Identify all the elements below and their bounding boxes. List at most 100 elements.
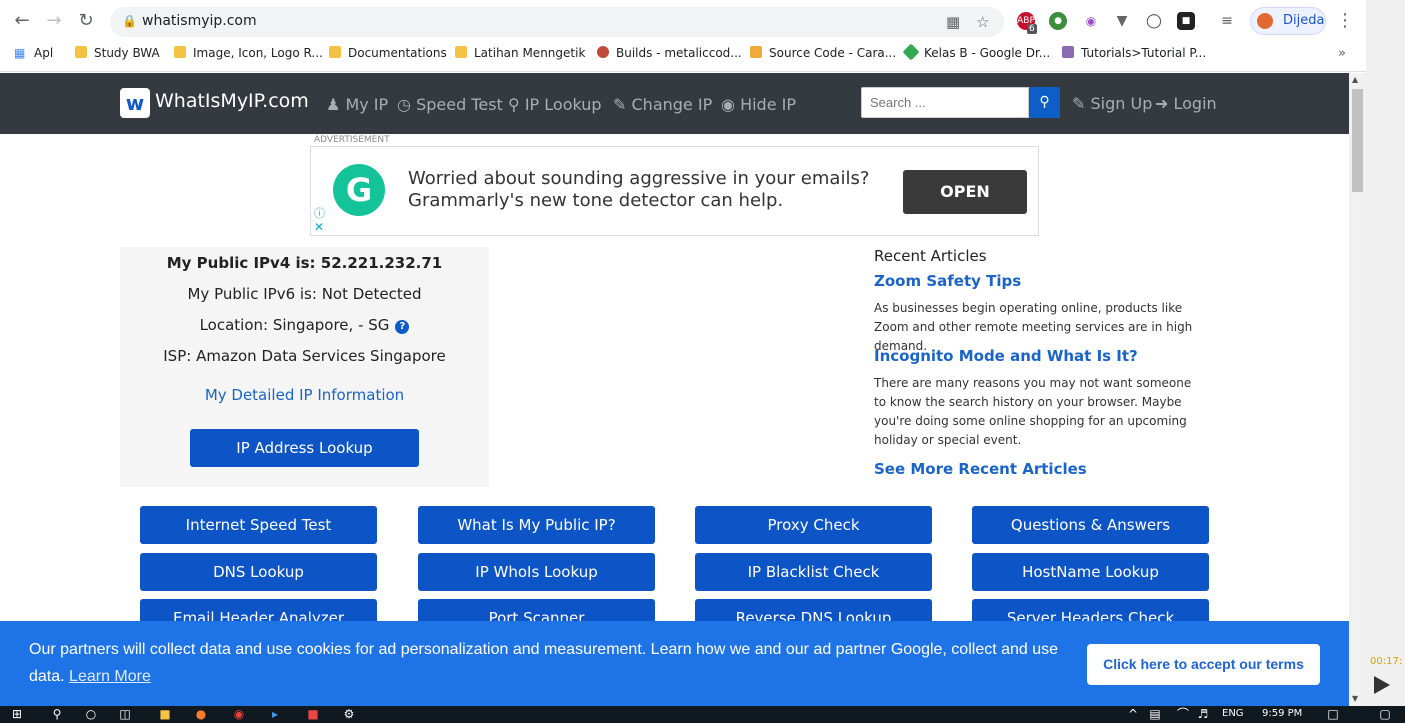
language-indicator[interactable]: ENG — [1222, 708, 1244, 719]
bookmark-kelas-b[interactable]: Kelas B - Google Dr... — [902, 43, 1050, 64]
bookmark-apps[interactable]: ▦ Apl — [14, 46, 53, 64]
speedometer-icon: ◷ — [397, 95, 411, 114]
app-icon[interactable]: ■ — [306, 708, 320, 721]
task-view-icon[interactable]: ◫ — [118, 708, 132, 721]
site-search-input[interactable] — [861, 87, 1029, 118]
profile-button[interactable]: Dijeda — [1250, 7, 1326, 35]
file-explorer-icon[interactable]: ■ — [158, 708, 172, 721]
bookmark-study-bwa[interactable]: Study BWA — [75, 46, 160, 64]
see-more-articles-link[interactable]: See More Recent Articles — [874, 460, 1087, 478]
tool-button[interactable]: DNS Lookup — [140, 553, 377, 591]
edit-icon: ✎ — [613, 95, 627, 114]
site-navbar: w WhatIsMyIP.com ♟ My IP ◷ Speed Test ⚲ … — [0, 73, 1349, 134]
ad-open-button[interactable]: OPEN — [903, 170, 1027, 214]
site-favicon-icon — [1062, 46, 1074, 58]
tool-button[interactable]: IP Blacklist Check — [695, 553, 932, 591]
mask-extension-icon[interactable]: ■ — [1177, 12, 1195, 30]
site-logo-text[interactable]: WhatIsMyIP.com — [155, 90, 309, 112]
detailed-ip-link[interactable]: My Detailed IP Information — [205, 386, 404, 404]
reload-icon[interactable]: ↻ — [75, 10, 97, 32]
incognito-extension-icon[interactable]: ◯ — [1145, 12, 1163, 30]
article-title-link[interactable]: Zoom Safety Tips — [874, 272, 1021, 290]
ad-label: ADVERTISEMENT — [314, 135, 390, 145]
nav-speed-test[interactable]: ◷ Speed Test — [397, 95, 503, 114]
ip-address-lookup-button[interactable]: IP Address Lookup — [190, 429, 419, 467]
scroll-down-icon[interactable]: ▼ — [1352, 694, 1358, 703]
tool-button[interactable]: Internet Speed Test — [140, 506, 377, 544]
vscode-icon[interactable]: ▸ — [268, 708, 282, 721]
advertisement[interactable]: G Worried about sounding aggressive in y… — [310, 146, 1039, 236]
vue-extension-icon[interactable]: ▼ — [1113, 12, 1131, 30]
nav-login[interactable]: ➜ Login — [1155, 94, 1217, 113]
user-icon: ♟ — [326, 95, 341, 114]
search-button[interactable]: ⚲ — [1029, 87, 1060, 118]
ad-info-icon[interactable]: ⓘ — [314, 205, 325, 221]
tool-button[interactable]: HostName Lookup — [972, 553, 1209, 591]
bookmark-source-code[interactable]: Source Code - Cara... — [750, 46, 896, 64]
translate-icon[interactable]: ▦ — [946, 13, 960, 31]
isp-line: ISP: Amazon Data Services Singapore — [163, 347, 446, 365]
accept-terms-button[interactable]: Click here to accept our terms — [1087, 644, 1320, 685]
public-ipv4: My Public IPv4 is: 52.221.232.71 — [166, 254, 443, 272]
wifi-icon[interactable]: ⌒ — [1176, 708, 1190, 721]
ad-close-icon[interactable]: ✕ — [314, 220, 324, 234]
recording-timer: 00:17: — [1370, 656, 1403, 667]
article-title-link[interactable]: Incognito Mode and What Is It? — [874, 347, 1138, 365]
bookmark-tutorials[interactable]: Tutorials>Tutorial P... — [1062, 46, 1206, 64]
bookmark-documentations[interactable]: Documentations — [329, 46, 447, 64]
learn-more-link[interactable]: Learn More — [69, 668, 151, 685]
tool-button[interactable]: Questions & Answers — [972, 506, 1209, 544]
browser-chrome: ← → ↻ 🔒 whatismyip.com ▦ ☆ ABP 6 ● ◉ ▼ ◯… — [0, 0, 1366, 72]
back-arrow-icon[interactable]: ← — [11, 10, 33, 32]
notifications-icon[interactable]: □ — [1326, 708, 1340, 721]
windows-taskbar: ⊞ ⚲ ○ ◫ ■ ● ◉ ▸ ■ ⚙ ^ ▤ ⌒ ♬ ENG 9:59 PM … — [0, 706, 1405, 723]
profile-name: Dijeda — [1283, 13, 1325, 28]
bookmark-builds[interactable]: Builds - metaliccod... — [597, 46, 742, 64]
forward-arrow-icon[interactable]: → — [43, 10, 65, 32]
nav-sign-up[interactable]: ✎ Sign Up — [1072, 94, 1152, 113]
folder-icon — [455, 46, 467, 58]
side-panel: 00:17: — [1366, 0, 1405, 706]
address-bar[interactable]: 🔒 whatismyip.com ▦ ☆ — [110, 7, 1004, 37]
clock[interactable]: 9:59 PM — [1262, 708, 1302, 719]
scroll-thumb[interactable] — [1352, 89, 1363, 192]
windows-start-icon[interactable]: ⊞ — [10, 708, 24, 721]
network-icon[interactable]: ▤ — [1148, 708, 1162, 721]
action-center-icon[interactable]: ▢ — [1378, 708, 1392, 721]
nav-hide-ip[interactable]: ◉ Hide IP — [721, 95, 796, 114]
tool-button[interactable]: What Is My Public IP? — [418, 506, 655, 544]
tray-chevron-icon[interactable]: ^ — [1126, 708, 1140, 721]
site-favicon-icon — [750, 46, 762, 58]
page-scrollbar[interactable]: ▲ ▼ — [1349, 73, 1366, 706]
more-bookmarks-icon[interactable]: » — [1338, 46, 1346, 64]
avatar — [1257, 13, 1273, 29]
tool-button[interactable]: Proxy Check — [695, 506, 932, 544]
nav-my-ip[interactable]: ♟ My IP — [326, 95, 388, 114]
bookmark-latihan[interactable]: Latihan Menngetik — [455, 46, 585, 64]
bookmark-star-icon[interactable]: ☆ — [976, 13, 989, 31]
bookmark-image-icon-logo[interactable]: Image, Icon, Logo R... — [174, 46, 323, 64]
tool-button[interactable]: IP WhoIs Lookup — [418, 553, 655, 591]
globe-extension-icon[interactable]: ● — [1049, 12, 1067, 30]
public-ipv6: My Public IPv6 is: Not Detected — [187, 285, 422, 303]
help-icon[interactable]: ? — [395, 320, 410, 334]
search-icon[interactable]: ⚲ — [50, 708, 64, 721]
menu-dots-icon[interactable]: ⋮ — [1334, 10, 1356, 32]
nav-ip-lookup[interactable]: ⚲ IP Lookup — [508, 95, 602, 114]
media-queue-icon[interactable]: ≡ — [1218, 12, 1236, 30]
web-page: w WhatIsMyIP.com ♟ My IP ◷ Speed Test ⚲ … — [0, 73, 1349, 706]
firefox-icon[interactable]: ● — [194, 708, 208, 721]
nav-change-ip[interactable]: ✎ Change IP — [613, 95, 712, 114]
chrome-icon[interactable]: ◉ — [232, 708, 246, 721]
folder-icon — [174, 46, 186, 58]
site-favicon-icon — [597, 46, 609, 58]
recent-articles-title: Recent Articles — [874, 247, 987, 265]
volume-icon[interactable]: ♬ — [1196, 708, 1210, 721]
location-text: Location: Singapore, - SG — [199, 316, 390, 334]
play-icon[interactable] — [1374, 676, 1390, 694]
scroll-up-icon[interactable]: ▲ — [1352, 75, 1358, 84]
site-logo-icon[interactable]: w — [120, 88, 150, 118]
settings-gear-icon[interactable]: ⚙ — [342, 708, 356, 721]
broadcast-extension-icon[interactable]: ◉ — [1082, 12, 1100, 30]
cortana-icon[interactable]: ○ — [84, 708, 98, 721]
